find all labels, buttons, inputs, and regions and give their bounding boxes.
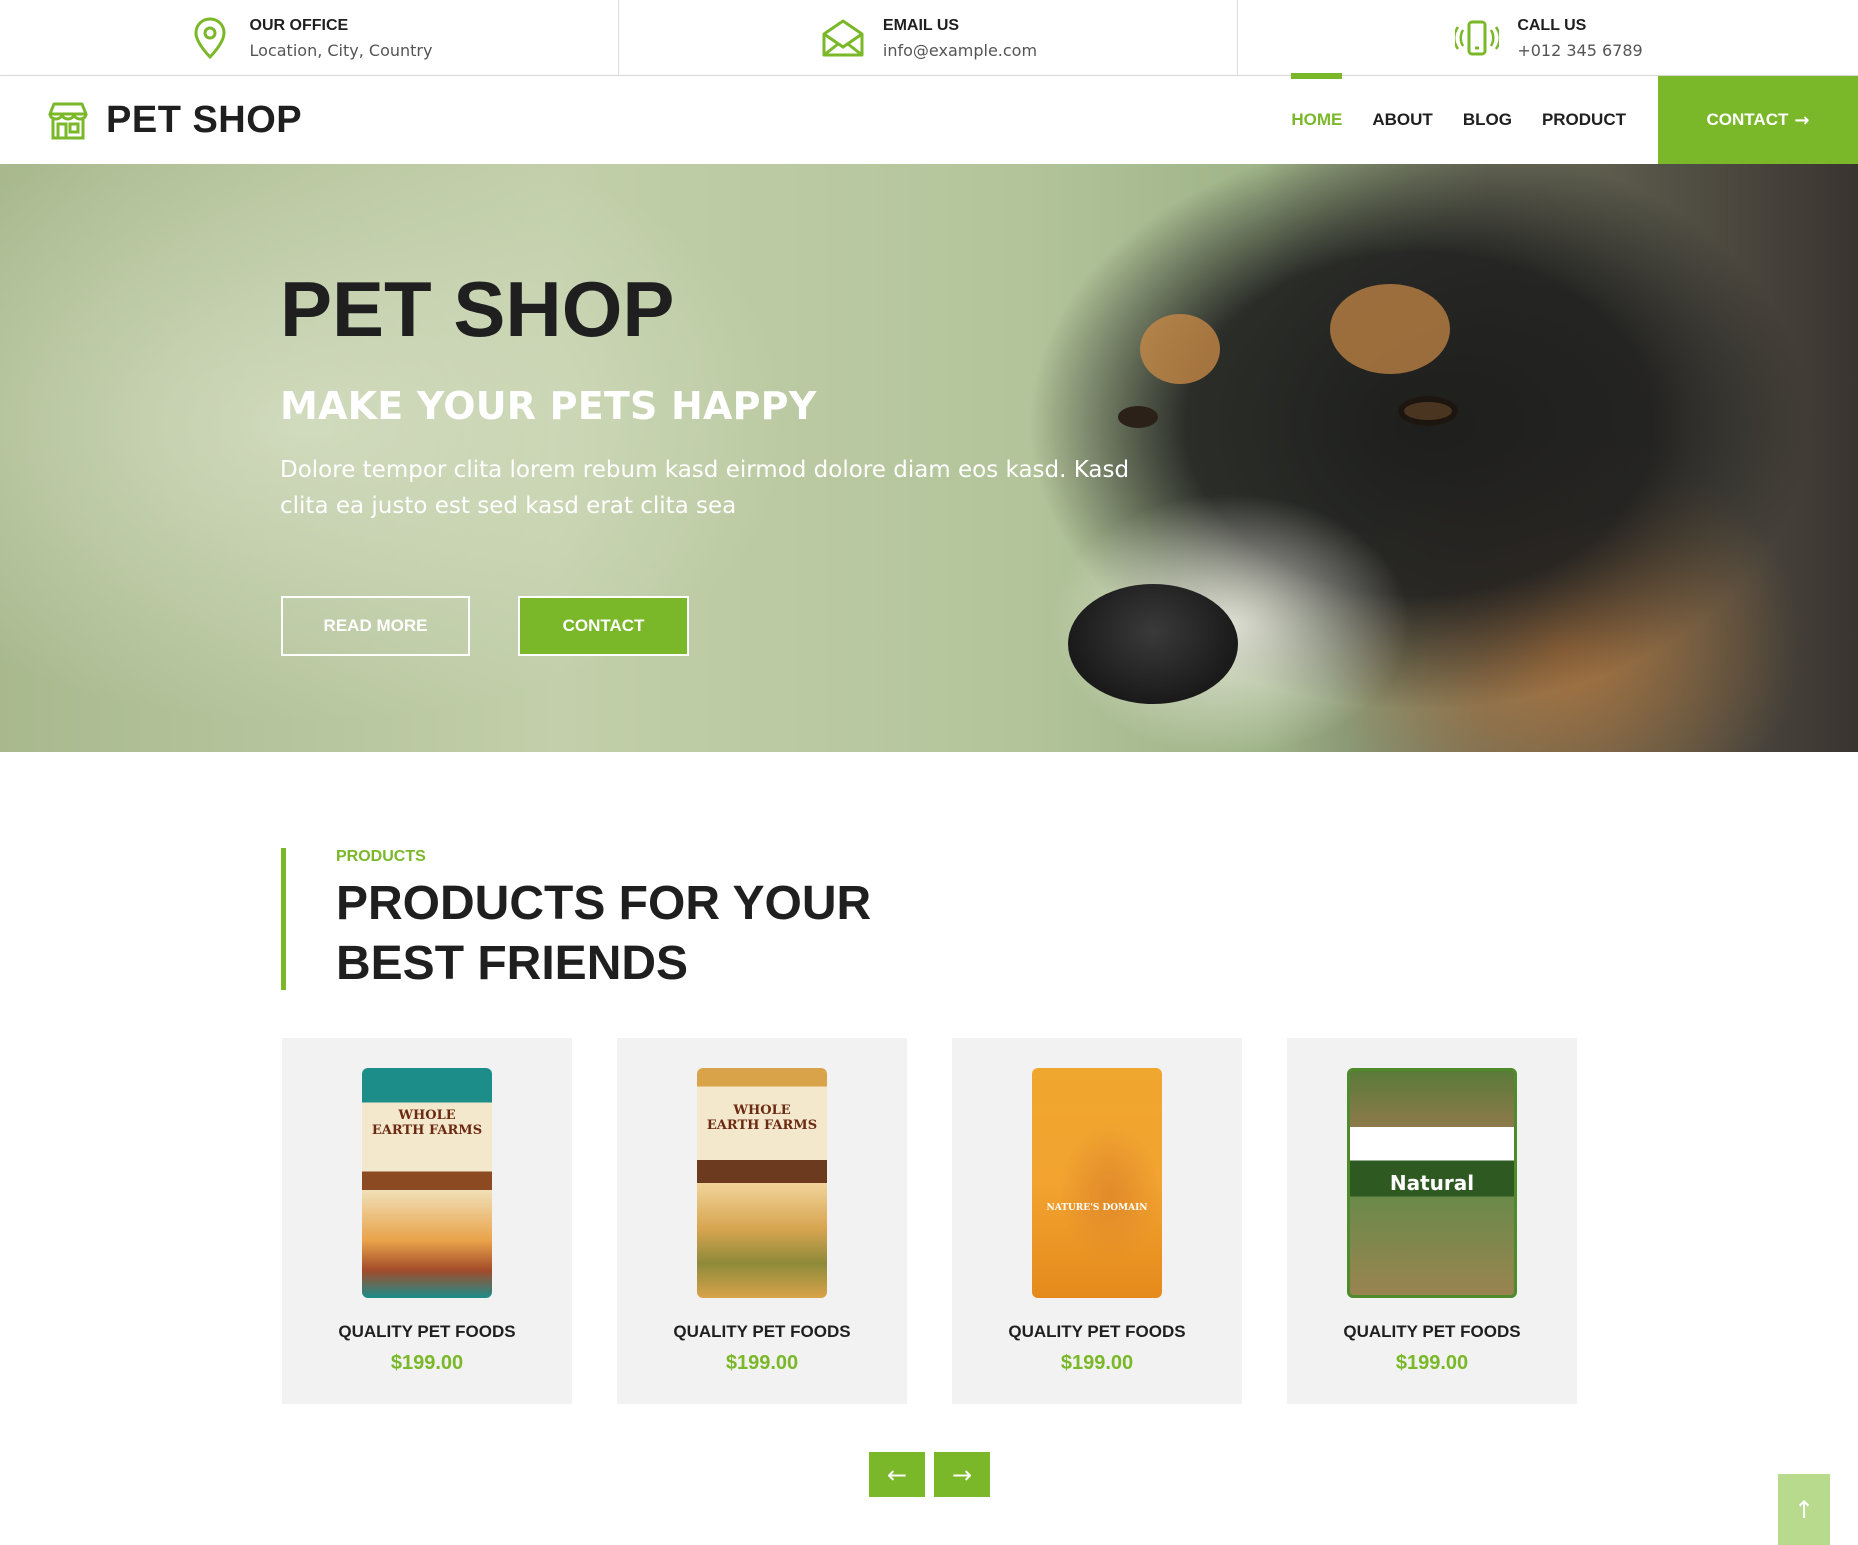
pack-label: NATURE'S DOMAIN — [1046, 1203, 1148, 1213]
product-name: QUALITY PET FOODS — [338, 1322, 516, 1341]
hero-subtitle: MAKE YOUR PETS HAPPY — [280, 384, 817, 428]
nav-item-product[interactable]: PRODUCT — [1542, 76, 1626, 164]
product-card[interactable]: Natural QUALITY PET FOODS $199.00 — [1287, 1038, 1577, 1404]
envelope-icon — [819, 14, 867, 62]
carousel-controls: ← → — [869, 1452, 999, 1497]
product-price: $199.00 — [725, 1352, 799, 1374]
brand-logo[interactable]: PET SHOP — [46, 96, 302, 144]
phone-vibrate-icon — [1453, 14, 1501, 62]
nav-item-home[interactable]: HOME — [1291, 73, 1343, 164]
product-image: NATURE'S DOMAIN — [1032, 1068, 1162, 1298]
nav-item-blog[interactable]: BLOG — [1463, 76, 1512, 164]
email-title: EMAIL US — [882, 16, 960, 34]
nav-item-about[interactable]: ABOUT — [1372, 76, 1432, 164]
pack-label: WHOLE EARTH FARMS — [706, 1103, 818, 1133]
product-price: $199.00 — [390, 1352, 464, 1374]
shop-icon — [48, 102, 88, 140]
phone-info: CALL US +012 345 6789 — [1238, 0, 1858, 76]
nav-contact-label: CONTACT — [1706, 110, 1789, 129]
read-more-button[interactable]: READ MORE — [281, 596, 470, 656]
product-card[interactable]: WHOLE EARTH FARMS QUALITY PET FOODS $199… — [282, 1038, 572, 1404]
phone-title: CALL US — [1517, 16, 1587, 34]
office-value: Location, City, Country — [249, 40, 433, 60]
product-card[interactable]: WHOLE EARTH FARMS QUALITY PET FOODS $199… — [617, 1038, 907, 1404]
hero-text: Dolore tempor clita lorem rebum kasd eir… — [280, 457, 1130, 519]
product-name: QUALITY PET FOODS — [1008, 1322, 1186, 1341]
top-info-bar: OUR OFFICE Location, City, Country EMAIL… — [0, 0, 1858, 76]
navbar: PET SHOP HOME ABOUT BLOG PRODUCT CONTACT… — [0, 73, 1858, 164]
back-to-top-button[interactable]: ↑ — [1778, 1474, 1830, 1545]
product-name: QUALITY PET FOODS — [673, 1322, 851, 1341]
phone-value[interactable]: +012 345 6789 — [1517, 41, 1642, 60]
pack-label: WHOLE EARTH FARMS — [371, 1108, 483, 1138]
office-title: OUR OFFICE — [249, 16, 349, 34]
carousel-next-button[interactable]: → — [934, 1452, 990, 1497]
map-pin-icon — [186, 14, 234, 62]
main-menu: HOME ABOUT BLOG PRODUCT — [1261, 73, 1626, 164]
email-info: EMAIL US info@example.com — [619, 0, 1238, 76]
hero-contact-button[interactable]: CONTACT — [518, 596, 689, 656]
nav-contact-button[interactable]: CONTACT → — [1658, 76, 1858, 164]
product-price: $199.00 — [1060, 1352, 1134, 1374]
dog-image — [1140, 314, 1220, 384]
hero-title: PET SHOP — [280, 265, 675, 353]
product-price: $199.00 — [1395, 1352, 1469, 1374]
email-value[interactable]: info@example.com — [883, 41, 1037, 60]
brand-name: PET SHOP — [106, 98, 303, 141]
products-kicker: PRODUCTS — [336, 848, 426, 865]
product-image: WHOLE EARTH FARMS — [697, 1068, 827, 1298]
products-heading: PRODUCTS PRODUCTS FOR YOUR BEST FRIENDS — [281, 848, 981, 990]
product-card[interactable]: NATURE'S DOMAIN QUALITY PET FOODS $199.0… — [952, 1038, 1242, 1404]
arrow-right-icon: → — [1794, 109, 1810, 131]
product-carousel: WHOLE EARTH FARMS QUALITY PET FOODS $199… — [282, 1038, 1578, 1404]
product-image: WHOLE EARTH FARMS — [362, 1068, 492, 1298]
hero-banner: PET SHOP MAKE YOUR PETS HAPPY Dolore tem… — [0, 164, 1858, 752]
product-name: QUALITY PET FOODS — [1343, 1322, 1521, 1341]
carousel-prev-button[interactable]: ← — [869, 1452, 925, 1497]
product-image: Natural — [1347, 1068, 1517, 1298]
pack-label: Natural — [1389, 1171, 1475, 1195]
products-title: PRODUCTS FOR YOUR BEST FRIENDS — [336, 877, 872, 990]
office-info: OUR OFFICE Location, City, Country — [0, 0, 619, 76]
